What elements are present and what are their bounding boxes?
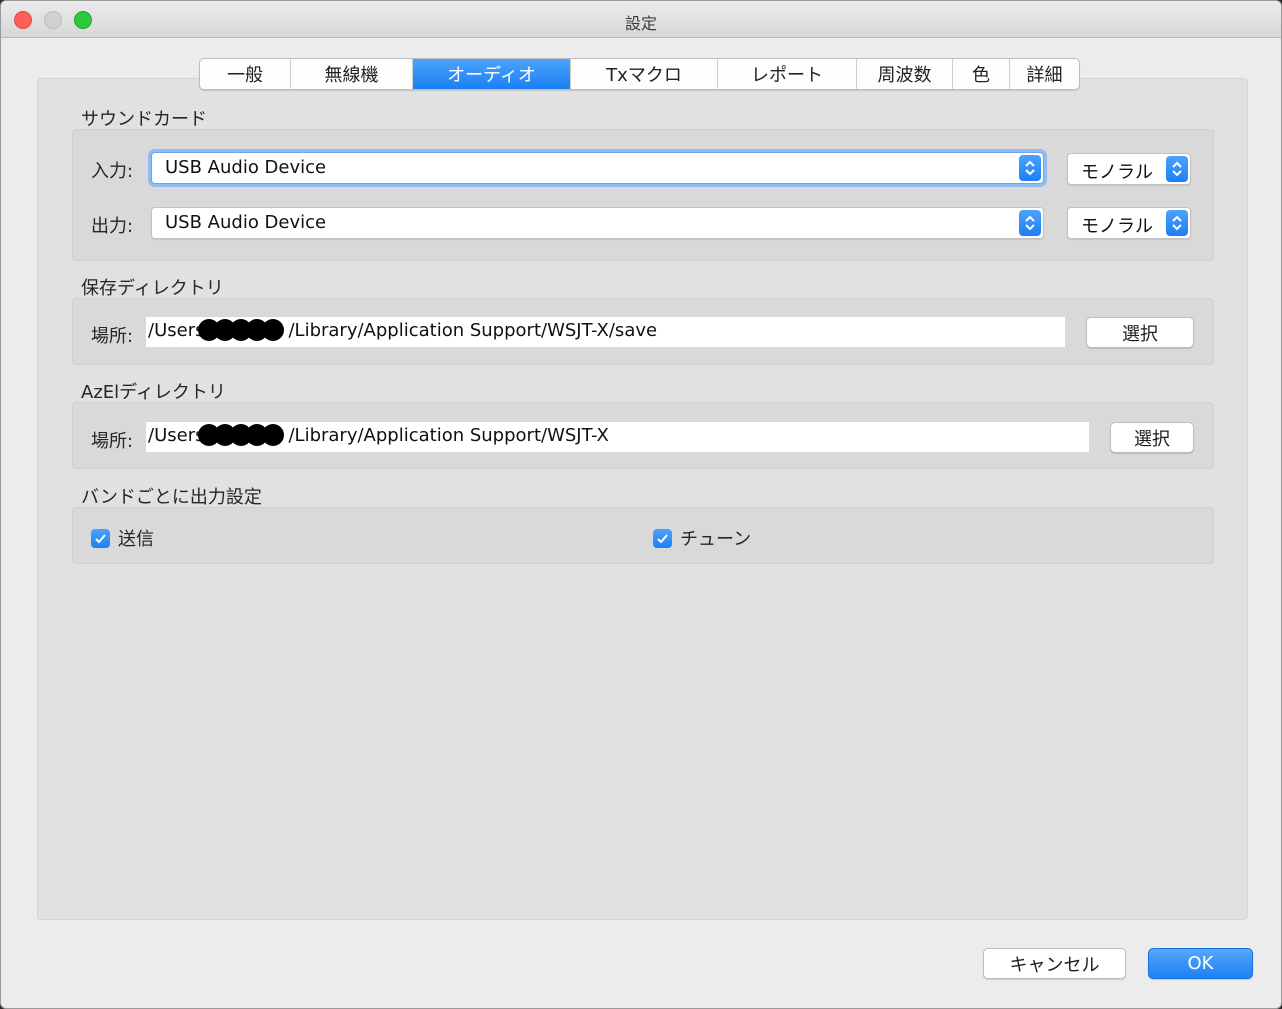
updown-arrows-icon [1019, 155, 1041, 181]
save-directory-section-title: 保存ディレクトリ [81, 278, 224, 299]
input-channel-value: モノラル [1081, 162, 1153, 183]
tab-radio[interactable]: 無線機 [291, 59, 413, 89]
soundcard-group [72, 129, 1214, 261]
tune-checkbox[interactable]: チューン [653, 525, 751, 551]
band-output-group [72, 507, 1214, 564]
ok-button[interactable]: OK [1148, 948, 1253, 979]
redacted-username-mark [198, 319, 284, 343]
cancel-button[interactable]: キャンセル [983, 948, 1126, 979]
tab-colors[interactable]: 色 [953, 59, 1010, 89]
input-device-value: USB Audio Device [165, 157, 327, 178]
save-location-label: 場所: [91, 326, 134, 347]
tab-audio[interactable]: オーディオ [413, 59, 571, 89]
window-title: 設定 [624, 14, 657, 33]
output-device-select[interactable]: USB Audio Device [151, 207, 1044, 239]
tab-frequencies[interactable]: 周波数 [857, 59, 953, 89]
azel-directory-section-title: AzElディレクトリ [81, 382, 226, 403]
save-select-button[interactable]: 選択 [1086, 317, 1194, 348]
transmit-checkbox[interactable]: 送信 [91, 525, 154, 551]
output-device-value: USB Audio Device [165, 212, 327, 233]
tab-reporting[interactable]: レポート [718, 59, 857, 89]
input-label: 入力: [91, 161, 134, 182]
tab-general[interactable]: 一般 [200, 59, 291, 89]
updown-arrows-icon [1166, 156, 1188, 182]
updown-arrows-icon [1019, 210, 1041, 236]
tab-advanced[interactable]: 詳細 [1010, 59, 1079, 89]
azel-path-field[interactable]: /Users/Library/Application Support/WSJT-… [146, 422, 1089, 452]
title-bar[interactable]: 設定 [1, 1, 1281, 38]
settings-window: 設定 一般 無線機 オーディオ Txマクロ レポート 周波数 色 詳細 サウンド… [0, 0, 1282, 1009]
input-device-select[interactable]: USB Audio Device [151, 152, 1044, 184]
output-channel-select[interactable]: モノラル [1067, 207, 1191, 239]
soundcard-section-title: サウンドカード [81, 109, 207, 130]
input-channel-select[interactable]: モノラル [1067, 153, 1191, 185]
checkmark-icon [653, 528, 672, 548]
save-path-field[interactable]: /Users/Library/Application Support/WSJT-… [146, 317, 1065, 347]
azel-select-button[interactable]: 選択 [1110, 422, 1194, 453]
tab-tx-macros[interactable]: Txマクロ [571, 59, 718, 89]
band-output-section-title: バンドごとに出力設定 [81, 487, 262, 508]
azel-location-label: 場所: [91, 431, 134, 452]
redacted-username-mark [198, 424, 284, 448]
output-label: 出力: [91, 216, 134, 237]
transmit-label: 送信 [118, 529, 154, 550]
updown-arrows-icon [1166, 210, 1188, 236]
tab-bar: 一般 無線機 オーディオ Txマクロ レポート 周波数 色 詳細 [199, 58, 1080, 90]
tune-label: チューン [680, 529, 752, 550]
checkmark-icon [91, 528, 110, 548]
output-channel-value: モノラル [1081, 216, 1153, 237]
